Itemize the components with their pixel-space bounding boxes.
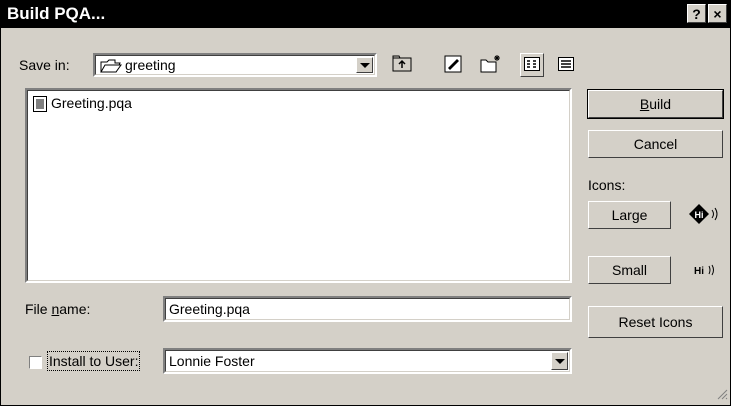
- details-view-button[interactable]: [554, 53, 578, 77]
- install-user-combo[interactable]: Lonnie Foster: [163, 348, 572, 374]
- details-view-icon: [558, 56, 574, 74]
- list-view-icon: [524, 56, 540, 74]
- build-pqa-dialog: Build PQA... ? × Save in: greeting Greet…: [0, 0, 731, 406]
- small-icon-preview: Hi: [694, 263, 718, 280]
- install-user-dropdown-arrow[interactable]: [551, 352, 568, 370]
- chevron-down-icon: [359, 62, 370, 68]
- save-in-combo[interactable]: greeting: [93, 53, 377, 77]
- large-icon-preview: Hi: [688, 203, 720, 230]
- chevron-down-icon: [554, 358, 565, 364]
- install-to-user-label[interactable]: Install to User:: [46, 351, 141, 371]
- small-icon-button[interactable]: Small: [588, 256, 671, 284]
- file-name-label: File name:: [25, 301, 91, 317]
- save-in-label: Save in:: [19, 57, 70, 73]
- install-to-user-checkbox[interactable]: [29, 356, 42, 369]
- help-button[interactable]: ?: [687, 4, 706, 23]
- new-folder-icon: [480, 54, 502, 77]
- file-list[interactable]: Greeting.pqa: [25, 88, 572, 283]
- desktop-button[interactable]: [441, 53, 465, 77]
- icons-label: Icons:: [588, 177, 626, 193]
- small-icon-text: Hi: [694, 266, 704, 277]
- desktop-icon: [443, 54, 463, 77]
- pqa-file-icon: [33, 96, 47, 115]
- large-icon-text: Hi: [695, 210, 704, 220]
- cancel-button[interactable]: Cancel: [588, 130, 723, 158]
- large-icon-button[interactable]: Large: [588, 201, 671, 229]
- close-button[interactable]: ×: [708, 4, 727, 23]
- size-grip-icon[interactable]: [716, 387, 728, 403]
- save-in-value: greeting: [125, 57, 176, 73]
- file-name-value: Greeting.pqa: [169, 301, 250, 317]
- install-user-value: Lonnie Foster: [169, 353, 255, 369]
- build-button[interactable]: Build: [587, 89, 724, 119]
- list-view-button[interactable]: [520, 53, 544, 77]
- reset-icons-button[interactable]: Reset Icons: [588, 306, 723, 338]
- file-name-field[interactable]: Greeting.pqa: [163, 296, 572, 322]
- folder-icon: [100, 58, 122, 77]
- create-new-folder-button[interactable]: [479, 53, 503, 77]
- file-name-text: Greeting.pqa: [51, 95, 132, 111]
- title-bar[interactable]: Build PQA... ? ×: [1, 1, 730, 28]
- window-title: Build PQA...: [7, 4, 106, 23]
- save-in-dropdown-arrow[interactable]: [356, 57, 373, 73]
- up-folder-icon: [392, 55, 412, 76]
- up-one-level-button[interactable]: [390, 53, 414, 77]
